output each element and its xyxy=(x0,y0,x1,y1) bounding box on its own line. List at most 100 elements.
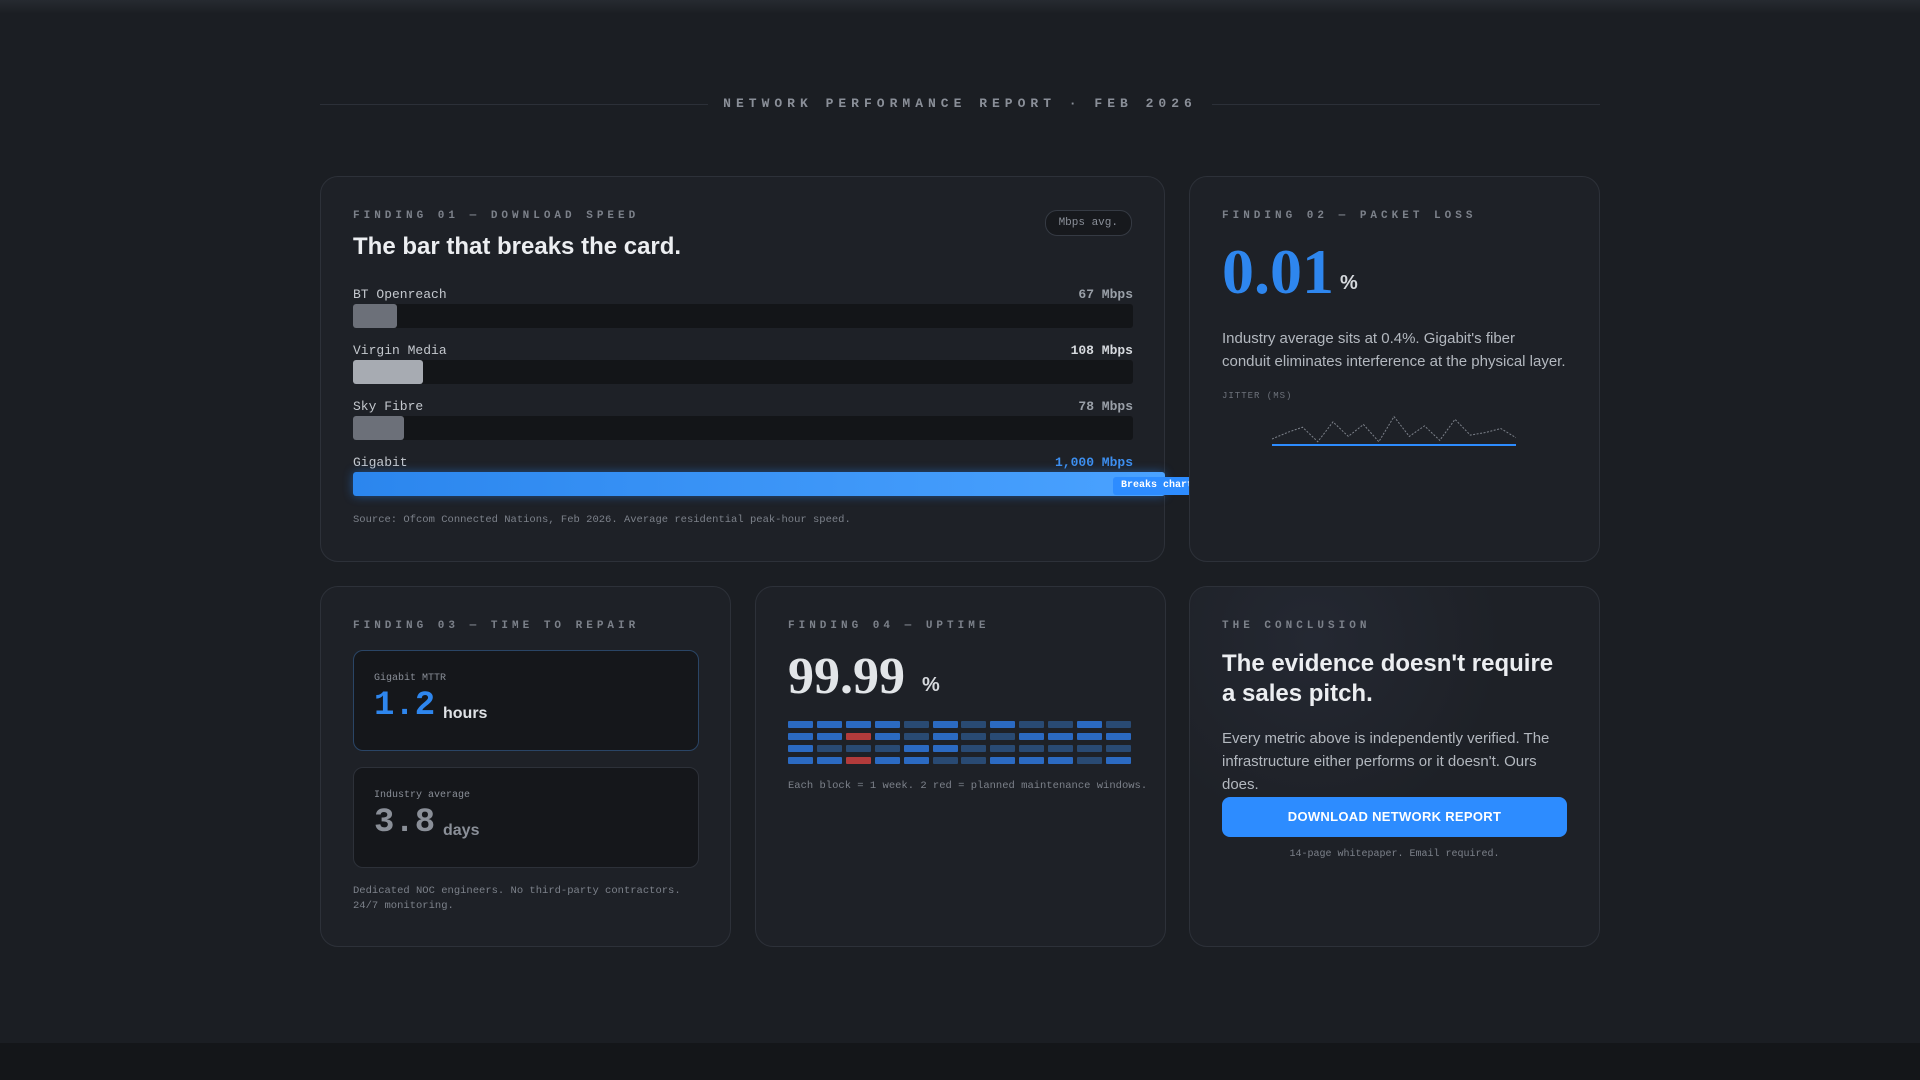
uptime-week-block xyxy=(990,721,1016,728)
uptime-week-block xyxy=(788,757,813,764)
conclusion-title: The evidence doesn't require a sales pit… xyxy=(1222,650,1554,707)
uptime-week-block xyxy=(961,745,987,752)
stat-value: 1.2 xyxy=(374,687,436,725)
bar-label: Virgin Media xyxy=(353,343,447,358)
stat-value: 3.8 xyxy=(374,804,436,842)
uptime-note: Each block = 1 week. 2 red = planned mai… xyxy=(788,780,1148,792)
industry-average-box: Industry average 3.8 days xyxy=(353,767,699,868)
cta-note: 14-page whitepaper. Email required. xyxy=(1289,849,1500,860)
repair-note: Dedicated NOC engineers. No third-party … xyxy=(353,885,681,912)
conclusion-card: THE CONCLUSION The evidence doesn't requ… xyxy=(1189,586,1600,947)
bar-track xyxy=(353,304,1133,328)
top-glow xyxy=(0,0,1920,14)
stat-label: Gigabit MTTR xyxy=(374,673,447,684)
uptime-value: 99.99 xyxy=(788,648,905,705)
uptime-week-block xyxy=(932,745,958,752)
packet-loss-value: 0.01 xyxy=(1222,236,1334,307)
uptime-week-block xyxy=(903,745,929,752)
uptime-week-block xyxy=(845,745,871,752)
uptime-week-block xyxy=(816,745,842,752)
card-title: The bar that breaks the card. xyxy=(353,233,682,260)
bar-track xyxy=(353,360,1133,384)
bar-row-bt-openreach: BT Openreach 67 Mbps xyxy=(353,287,1133,331)
uptime-week-block xyxy=(1105,733,1131,740)
uptime-week-block xyxy=(1077,721,1102,728)
bar-track xyxy=(353,416,1133,440)
uptime-week-block xyxy=(1077,757,1102,764)
gigabit-mttr-box: Gigabit MTTR 1.2 hours xyxy=(353,650,699,751)
uptime-week-block xyxy=(788,733,813,740)
jitter-sparkline xyxy=(1272,415,1516,446)
bar-row-virgin-media: Virgin Media 108 Mbps xyxy=(353,343,1133,387)
download-speed-card: FINDING 01 — DOWNLOAD SPEED Mbps avg. Th… xyxy=(320,176,1214,562)
card-eyebrow: FINDING 03 — TIME TO REPAIR xyxy=(353,620,640,632)
maintenance-week-block xyxy=(845,757,871,764)
source-note: Source: Ofcom Connected Nations, Feb 202… xyxy=(353,514,851,526)
uptime-week-block xyxy=(903,757,929,764)
bar-fill xyxy=(353,360,424,384)
uptime-week-block xyxy=(932,721,958,728)
card-eyebrow: FINDING 04 — UPTIME xyxy=(788,620,990,632)
maintenance-week-block xyxy=(845,733,871,740)
uptime-week-block xyxy=(788,721,813,728)
bar-track xyxy=(353,472,1165,496)
uptime-week-block xyxy=(1105,721,1131,728)
time-to-repair-card: FINDING 03 — TIME TO REPAIR Gigabit MTTR… xyxy=(320,586,731,947)
stat-unit: hours xyxy=(443,705,488,722)
uptime-week-block xyxy=(1048,721,1074,728)
bar-label: Gigabit xyxy=(353,455,408,470)
header-divider-right xyxy=(1212,104,1600,105)
uptime-week-block xyxy=(990,757,1016,764)
uptime-week-block xyxy=(961,721,987,728)
download-report-button[interactable]: DOWNLOAD NETWORK REPORT xyxy=(1222,797,1567,837)
stat-label: Industry average xyxy=(374,790,471,801)
uptime-week-block xyxy=(874,745,900,752)
bar-row-gigabit: Gigabit 1,000 Mbps Breaks chart → xyxy=(353,455,1214,499)
uptime-week-block xyxy=(932,733,958,740)
uptime-week-block xyxy=(874,721,900,728)
uptime-week-block xyxy=(903,721,929,728)
uptime-week-block xyxy=(874,757,900,764)
uptime-week-block xyxy=(1048,745,1074,752)
uptime-week-block xyxy=(990,733,1016,740)
bar-value: 1,000 Mbps xyxy=(1054,455,1133,470)
uptime-week-block xyxy=(1105,745,1131,752)
packet-loss-description: Industry average sits at 0.4%. Gigabit's… xyxy=(1222,330,1566,370)
uptime-week-block xyxy=(1048,733,1074,740)
uptime-week-block xyxy=(1019,757,1045,764)
uptime-week-block xyxy=(961,733,987,740)
uptime-week-block xyxy=(874,733,900,740)
conclusion-body: Every metric above is independently veri… xyxy=(1222,730,1550,793)
card-eyebrow: FINDING 02 — PACKET LOSS xyxy=(1222,210,1477,222)
unit-pill: Mbps avg. xyxy=(1044,210,1132,236)
uptime-week-block xyxy=(903,733,929,740)
bar-value: 108 Mbps xyxy=(1070,343,1133,358)
card-eyebrow: THE CONCLUSION xyxy=(1222,620,1371,632)
uptime-week-block xyxy=(932,757,958,764)
bar-value: 67 Mbps xyxy=(1078,287,1133,302)
uptime-week-block xyxy=(1077,745,1102,752)
jitter-industry-line xyxy=(1272,415,1516,443)
uptime-week-block xyxy=(816,721,842,728)
card-eyebrow: FINDING 01 — DOWNLOAD SPEED xyxy=(353,210,640,222)
uptime-week-block xyxy=(845,721,871,728)
bar-fill xyxy=(353,472,1165,496)
packet-loss-unit: % xyxy=(1340,272,1358,294)
report-header: NETWORK PERFORMANCE REPORT · FEB 2026 xyxy=(320,92,1600,116)
jitter-label: JITTER (MS) xyxy=(1222,391,1293,401)
uptime-week-block xyxy=(1019,721,1045,728)
uptime-week-block xyxy=(1105,757,1131,764)
bar-label: BT Openreach xyxy=(353,287,447,302)
packet-loss-card: FINDING 02 — PACKET LOSS 0.01 % Industry… xyxy=(1189,176,1600,562)
uptime-week-block xyxy=(990,745,1016,752)
stat-unit: days xyxy=(443,822,480,839)
uptime-week-grid xyxy=(788,721,1133,769)
uptime-week-block xyxy=(1019,733,1045,740)
bar-fill xyxy=(353,304,397,328)
uptime-week-block xyxy=(788,745,813,752)
bar-row-sky-fibre: Sky Fibre 78 Mbps xyxy=(353,399,1133,443)
uptime-week-block xyxy=(1048,757,1074,764)
uptime-week-block xyxy=(816,733,842,740)
bar-fill xyxy=(353,416,404,440)
uptime-week-block xyxy=(1077,733,1102,740)
